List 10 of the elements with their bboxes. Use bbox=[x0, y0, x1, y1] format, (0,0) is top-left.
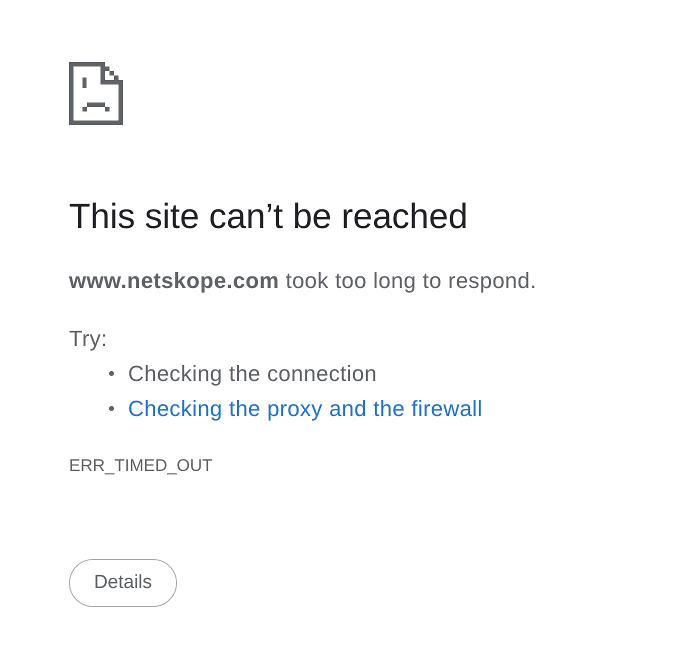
bullet-icon bbox=[109, 406, 114, 411]
suggestion-link[interactable]: Checking the proxy and the firewall bbox=[128, 391, 483, 426]
suggestion-text: Checking the connection bbox=[128, 360, 377, 388]
suggestions-heading: Try: bbox=[69, 325, 108, 353]
error-message: www.netskope.com took too long to respond. bbox=[69, 267, 538, 295]
details-button[interactable]: Details bbox=[69, 559, 177, 607]
error-title: This site can’t be reached bbox=[69, 199, 469, 234]
error-code: ERR_TIMED_OUT bbox=[69, 456, 214, 476]
bullet-icon bbox=[109, 371, 114, 376]
sad-document-icon bbox=[69, 62, 123, 125]
